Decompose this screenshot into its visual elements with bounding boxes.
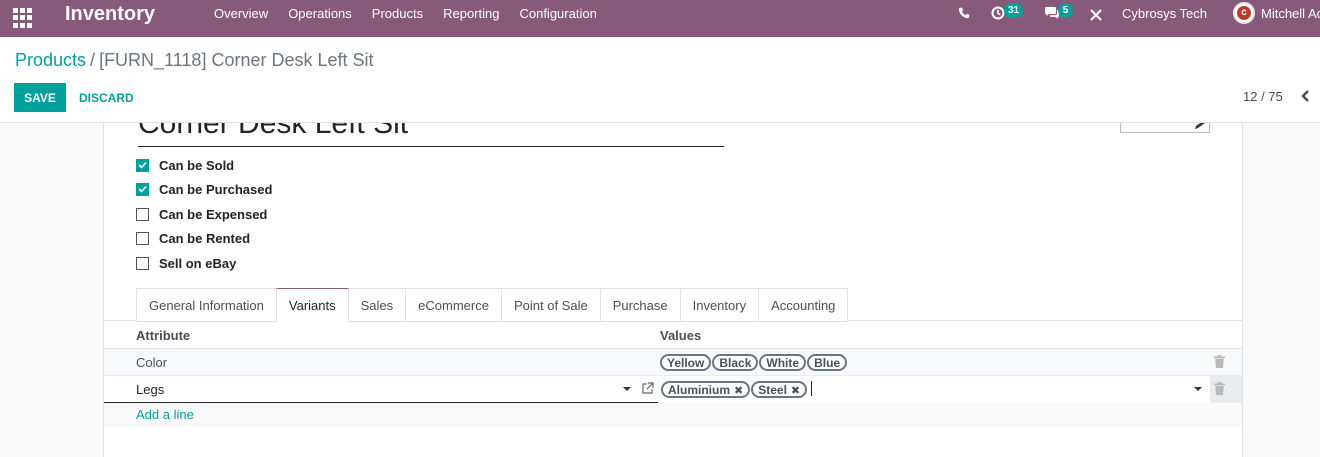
activity-clock-icon[interactable] (991, 6, 1005, 20)
table-row-editing[interactable]: Legs Aluminium ✖ Steel ✖ (104, 376, 1242, 403)
save-button[interactable]: SAVE (14, 83, 66, 112)
attribute-input[interactable]: Legs (104, 376, 658, 403)
breadcrumb-separator: / (90, 50, 96, 70)
checkbox-label: Can be Expensed (159, 206, 268, 222)
value-tag[interactable]: Aluminium ✖ (661, 381, 751, 398)
external-link-icon[interactable] (642, 382, 654, 394)
chevron-down-icon[interactable] (1194, 387, 1202, 391)
value-tag[interactable]: White (759, 354, 807, 371)
column-header-values[interactable]: Values (660, 328, 701, 343)
menu-reporting[interactable]: Reporting (433, 0, 509, 37)
column-header-attribute[interactable]: Attribute (136, 328, 190, 343)
avatar-letter: c (1237, 6, 1251, 20)
checkbox-can-be-purchased[interactable]: Can be Purchased (136, 180, 272, 198)
product-name-field[interactable]: Corner Desk Left Sit (138, 123, 724, 147)
values-tags[interactable]: Aluminium ✖ Steel ✖ (661, 381, 813, 398)
app-title[interactable]: Inventory (65, 3, 155, 26)
notebook-tabs: General Information Variants Sales eComm… (136, 288, 849, 322)
checkbox-can-be-sold[interactable]: Can be Sold (136, 156, 234, 174)
value-tag[interactable]: Yellow (660, 354, 712, 371)
main-menu: Overview Operations Products Reporting C… (204, 0, 607, 37)
checkbox-can-be-expensed[interactable]: Can be Expensed (136, 205, 267, 223)
attribute-input-value: Legs (136, 382, 165, 397)
add-line-link[interactable]: Add a line (136, 407, 194, 422)
checkbox-checked[interactable] (136, 182, 149, 196)
value-tag[interactable]: Steel ✖ (751, 381, 808, 398)
checkbox-unchecked[interactable] (136, 256, 149, 270)
value-tag[interactable]: Black (712, 354, 759, 371)
avatar[interactable]: c (1233, 2, 1255, 24)
checkbox-can-be-rented[interactable]: Can be Rented (136, 229, 250, 247)
phone-icon[interactable] (958, 7, 970, 19)
checkbox-sell-on-ebay[interactable]: Sell on eBay (136, 254, 236, 272)
checkbox-label: Can be Rented (159, 230, 251, 246)
apps-grid-icon[interactable] (13, 8, 33, 28)
checkbox-checked[interactable] (136, 158, 149, 172)
message-count-badge: 5 (1058, 3, 1073, 18)
pager-value[interactable]: 12 / 75 (1243, 89, 1283, 104)
control-panel: Products / [FURN_1118] Corner Desk Left Si… (0, 37, 1320, 123)
value-tag-label: Aluminium (668, 383, 730, 397)
menu-products[interactable]: Products (362, 0, 433, 37)
checkbox-label: Sell on eBay (159, 255, 237, 271)
company-switcher[interactable]: Cybrosys Tech (1122, 6, 1207, 21)
tab-general-information[interactable]: General Information (136, 288, 277, 322)
tab-sales[interactable]: Sales (347, 288, 407, 322)
breadcrumb-current: [FURN_1118] Corner Desk Left Sit (99, 50, 374, 70)
checkbox-label: Can be Sold (159, 157, 235, 173)
list-header: Attribute Values (104, 321, 1242, 349)
top-navbar: Inventory Overview Operations Products R… (0, 0, 1320, 37)
checkbox-unchecked[interactable] (136, 231, 149, 245)
table-row[interactable]: Color Yellow Black White Blue (104, 349, 1242, 376)
trash-icon[interactable] (1214, 355, 1225, 368)
values-input[interactable]: Aluminium ✖ Steel ✖ (658, 376, 1210, 403)
breadcrumb-products[interactable]: Products (15, 50, 86, 70)
check-icon (138, 161, 147, 169)
debug-icon[interactable] (1089, 8, 1103, 22)
delete-cell[interactable] (1210, 376, 1242, 403)
tab-variants[interactable]: Variants (275, 288, 349, 322)
checkbox-label: Can be Purchased (159, 181, 273, 197)
tab-ecommerce[interactable]: eCommerce (405, 288, 502, 322)
value-tag[interactable]: Blue (807, 354, 848, 371)
tab-point-of-sale[interactable]: Point of Sale (500, 288, 601, 322)
attribute-cell[interactable]: Color (136, 355, 167, 370)
edit-pencil-icon[interactable] (1193, 123, 1207, 130)
remove-tag-icon[interactable]: ✖ (791, 385, 800, 397)
trash-icon[interactable] (1214, 382, 1225, 395)
product-image[interactable] (1120, 123, 1210, 133)
menu-operations[interactable]: Operations (278, 0, 362, 37)
checkbox-unchecked[interactable] (136, 207, 149, 221)
discard-button[interactable]: DISCARD (72, 83, 141, 112)
user-menu[interactable]: Mitchell Ac (1261, 6, 1320, 21)
value-tag-label: Steel (758, 383, 787, 397)
values-tags[interactable]: Yellow Black White Blue (660, 354, 848, 371)
chevron-down-icon[interactable] (623, 387, 631, 391)
menu-overview[interactable]: Overview (204, 0, 278, 37)
check-icon (138, 185, 147, 193)
chevron-left-icon[interactable] (1298, 87, 1312, 105)
remove-tag-icon[interactable]: ✖ (734, 385, 743, 397)
menu-configuration[interactable]: Configuration (509, 0, 606, 37)
add-line-row: Add a line (104, 403, 1242, 427)
text-cursor (811, 381, 813, 396)
activity-count-badge: 31 (1004, 3, 1024, 18)
tab-purchase[interactable]: Purchase (599, 288, 681, 322)
tab-inventory[interactable]: Inventory (679, 288, 760, 322)
tab-accounting[interactable]: Accounting (758, 288, 849, 322)
breadcrumb: Products / [FURN_1118] Corner Desk Left Si… (15, 50, 374, 71)
form-sheet: Corner Desk Left Sit Can be Sold Can be … (103, 123, 1243, 457)
